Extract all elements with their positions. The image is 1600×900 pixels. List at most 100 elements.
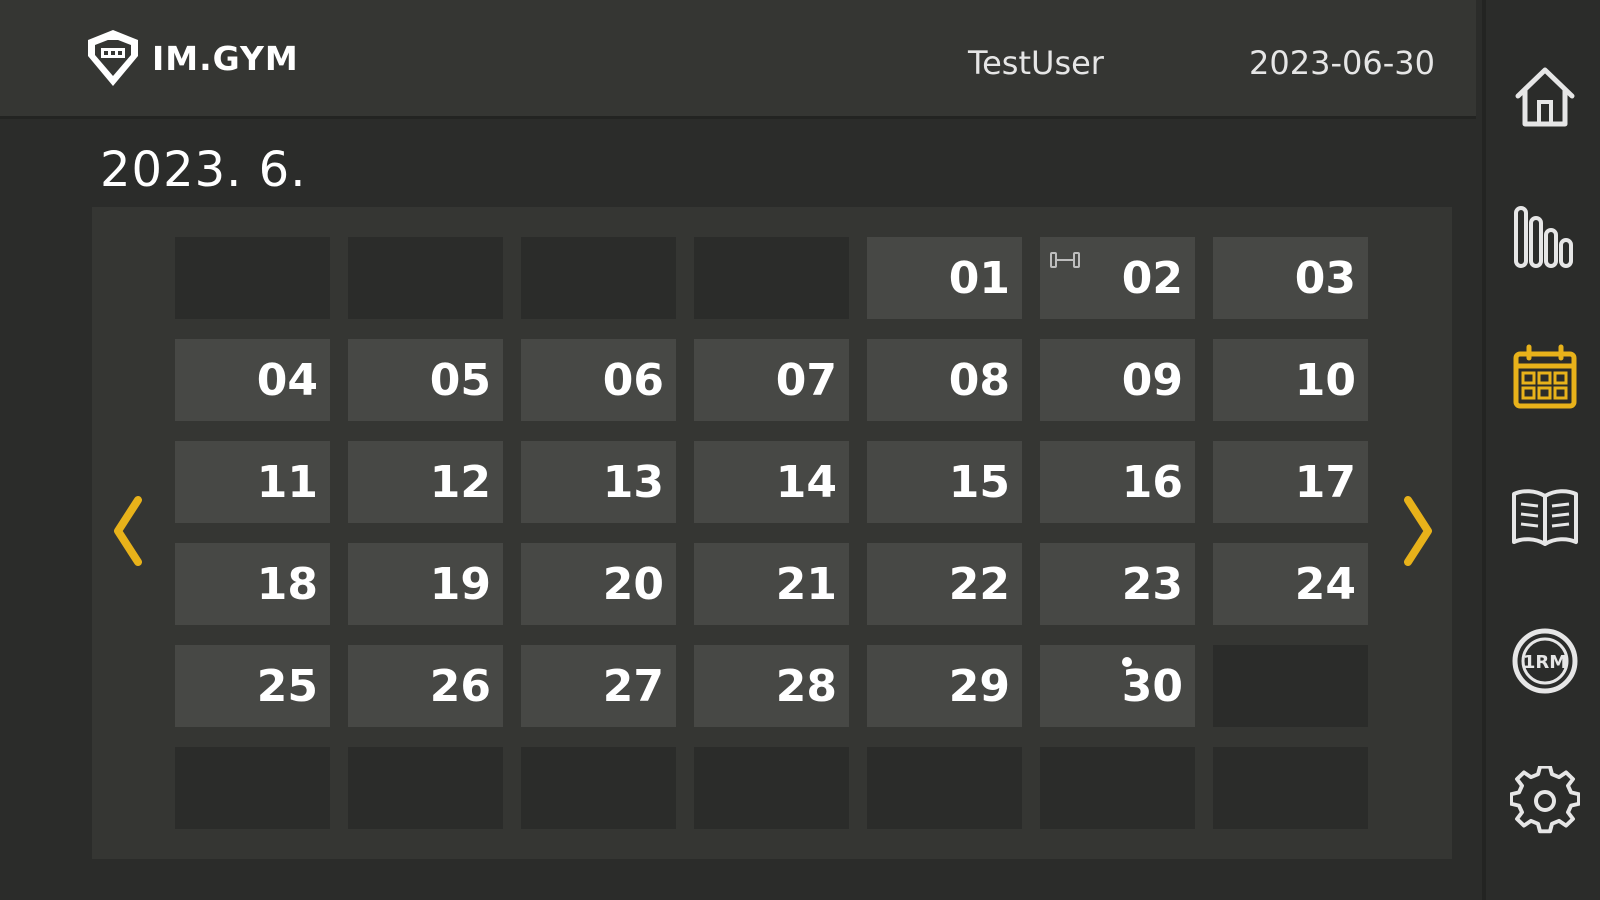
- shield-logo-icon: [88, 30, 138, 86]
- day-number: 07: [775, 355, 837, 406]
- calendar-icon: [1513, 344, 1577, 409]
- calendar-day[interactable]: 23: [1040, 543, 1195, 625]
- calendar-day[interactable]: 03: [1213, 237, 1368, 319]
- month-title: 2023. 6.: [100, 142, 307, 198]
- calendar-day[interactable]: 20: [521, 543, 676, 625]
- calendar-day-empty: [867, 747, 1022, 829]
- one-rm-label: 1RM: [1523, 652, 1567, 673]
- calendar-day[interactable]: 24: [1213, 543, 1368, 625]
- calendar-day[interactable]: 30: [1040, 645, 1195, 727]
- calendar-day[interactable]: 12: [348, 441, 503, 523]
- day-number: 22: [948, 559, 1010, 610]
- day-number: 08: [948, 355, 1010, 406]
- book-icon: [1512, 489, 1578, 546]
- day-number: 12: [429, 457, 491, 508]
- sidebar-item-settings[interactable]: [1508, 764, 1582, 838]
- day-number: 03: [1294, 253, 1356, 304]
- day-number: 17: [1294, 457, 1356, 508]
- calendar-day-empty: [1213, 747, 1368, 829]
- calendar-day[interactable]: 11: [175, 441, 330, 523]
- calendar-day-empty: [521, 237, 676, 319]
- sidebar-item-guide[interactable]: [1508, 480, 1582, 554]
- calendar-day-empty: [348, 747, 503, 829]
- day-number: 21: [775, 559, 837, 610]
- sidebar-nav: 1RM: [1482, 0, 1600, 900]
- calendar-day[interactable]: 04: [175, 339, 330, 421]
- calendar-day[interactable]: 27: [521, 645, 676, 727]
- day-number: 15: [948, 457, 1010, 508]
- day-number: 02: [1121, 253, 1183, 304]
- day-number: 14: [775, 457, 837, 508]
- day-number: 30: [1121, 661, 1183, 712]
- day-number: 20: [602, 559, 664, 610]
- day-number: 13: [602, 457, 664, 508]
- calendar-day-empty: [175, 747, 330, 829]
- calendar-day[interactable]: 08: [867, 339, 1022, 421]
- sidebar-item-one-rm[interactable]: 1RM: [1508, 624, 1582, 698]
- brand-logo: IM.GYM: [82, 26, 299, 90]
- calendar-day[interactable]: 09: [1040, 339, 1195, 421]
- day-number: 25: [256, 661, 318, 712]
- stats-icon: [1514, 206, 1573, 268]
- day-number: 27: [602, 661, 664, 712]
- calendar-day-empty: [175, 237, 330, 319]
- home-icon: [1515, 67, 1575, 127]
- gear-icon: [1510, 766, 1580, 834]
- calendar-day-empty: [694, 747, 849, 829]
- day-number: 24: [1294, 559, 1356, 610]
- current-date: 2023-06-30: [1249, 44, 1435, 82]
- sidebar-item-stats[interactable]: [1508, 200, 1582, 274]
- calendar-day[interactable]: 25: [175, 645, 330, 727]
- sidebar-item-home[interactable]: [1508, 60, 1582, 134]
- calendar-day-empty: [348, 237, 503, 319]
- day-number: 26: [429, 661, 491, 712]
- calendar-day[interactable]: 10: [1213, 339, 1368, 421]
- calendar-panel: 01 02 03 04 05 06 07 08 09 10 11 12 13 14 15 16 17 18 19 20…: [92, 207, 1452, 859]
- calendar-day[interactable]: 07: [694, 339, 849, 421]
- calendar-day[interactable]: 17: [1213, 441, 1368, 523]
- calendar-day[interactable]: 28: [694, 645, 849, 727]
- day-number: 06: [602, 355, 664, 406]
- one-rm-icon: 1RM: [1512, 628, 1578, 694]
- header-bar: IM.GYM TestUser 2023-06-30: [0, 0, 1476, 119]
- day-number: 05: [429, 355, 491, 406]
- day-number: 11: [256, 457, 318, 508]
- calendar-day[interactable]: 22: [867, 543, 1022, 625]
- calendar-grid: 01 02 03 04 05 06 07 08 09 10 11 12 13 14 15 16 17 18 19 20…: [175, 237, 1368, 829]
- dumbbell-icon: [1050, 252, 1080, 268]
- next-month-arrow-icon[interactable]: [1392, 486, 1442, 576]
- day-number: 28: [775, 661, 837, 712]
- calendar-day[interactable]: 02: [1040, 237, 1195, 319]
- day-number: 16: [1121, 457, 1183, 508]
- sidebar-item-calendar[interactable]: [1508, 340, 1582, 414]
- calendar-day[interactable]: 01: [867, 237, 1022, 319]
- app-root: IM.GYM TestUser 2023-06-30 2023. 6. 01 02…: [0, 0, 1600, 900]
- user-name: TestUser: [968, 44, 1104, 82]
- day-number: 23: [1121, 559, 1183, 610]
- calendar-day[interactable]: 05: [348, 339, 503, 421]
- day-number: 29: [948, 661, 1010, 712]
- day-number: 19: [429, 559, 491, 610]
- calendar-day[interactable]: 18: [175, 543, 330, 625]
- day-number: 10: [1294, 355, 1356, 406]
- calendar-day-empty: [521, 747, 676, 829]
- calendar-day-empty: [1213, 645, 1368, 727]
- calendar-day[interactable]: 15: [867, 441, 1022, 523]
- brand-name: IM.GYM: [152, 38, 299, 78]
- day-number: 18: [256, 559, 318, 610]
- day-number: 04: [256, 355, 318, 406]
- calendar-day[interactable]: 26: [348, 645, 503, 727]
- calendar-day[interactable]: 13: [521, 441, 676, 523]
- calendar-day-empty: [1040, 747, 1195, 829]
- calendar-day[interactable]: 06: [521, 339, 676, 421]
- calendar-day[interactable]: 19: [348, 543, 503, 625]
- calendar-day-empty: [694, 237, 849, 319]
- calendar-day[interactable]: 21: [694, 543, 849, 625]
- day-number: 09: [1121, 355, 1183, 406]
- today-marker: [1122, 657, 1132, 667]
- calendar-day[interactable]: 29: [867, 645, 1022, 727]
- calendar-day[interactable]: 14: [694, 441, 849, 523]
- prev-month-arrow-icon[interactable]: [104, 486, 154, 576]
- day-number: 01: [948, 253, 1010, 304]
- calendar-day[interactable]: 16: [1040, 441, 1195, 523]
